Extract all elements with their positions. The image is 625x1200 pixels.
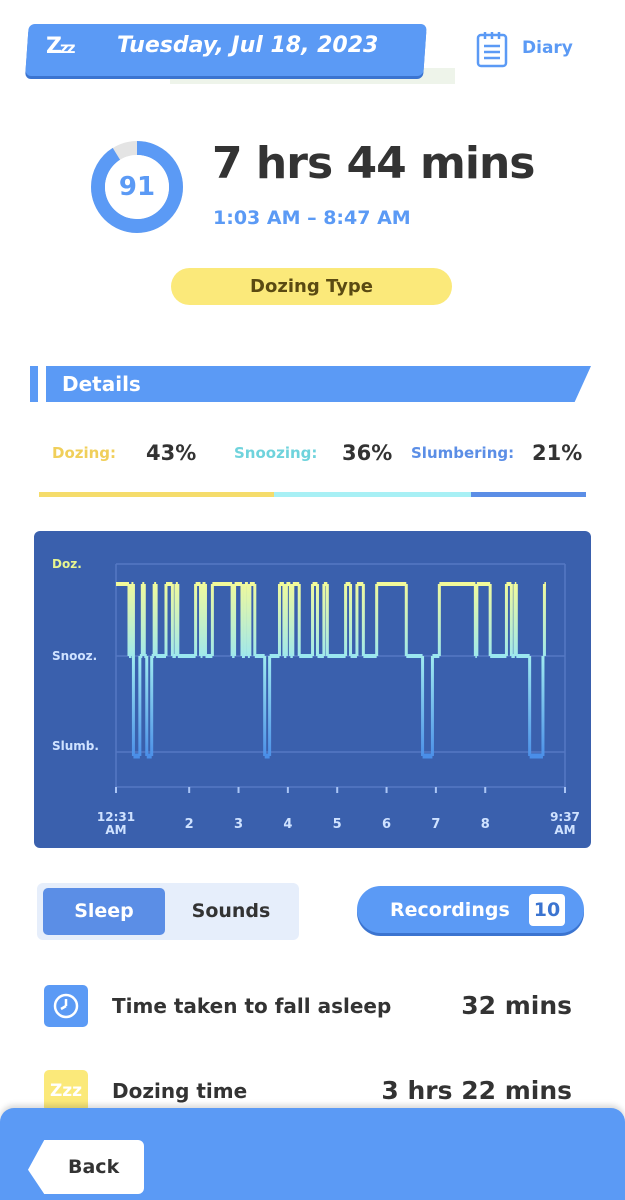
recordings-count-badge: 10 [529,894,565,926]
y-tick-label: Snooz. [52,649,97,663]
slumbering-label: Slumbering: [411,444,515,462]
x-tick-label: AM [105,823,126,837]
x-tick-label: 8 [481,817,490,832]
clock-icon [44,985,88,1027]
zzz-icon: Zzz [44,1070,88,1112]
tab-sleep[interactable]: Sleep [43,888,165,935]
date-label: Tuesday, Jul 18, 2023 [117,33,379,58]
sleep-duration: 7 hrs 44 mins [212,138,535,189]
x-tick-label: 7 [431,817,440,832]
dozing-time-value: 3 hrs 22 mins [381,1076,572,1105]
y-tick-label: Doz. [52,557,82,571]
sleep-time-range: 1:03 AM – 8:47 AM [213,207,411,229]
details-title: Details [62,372,141,396]
dozing-percent: 43% [146,441,197,465]
sleep-stage-chart: Doz.Snooz.Slumb.12:31AM 2 3 4 5 6 7 8 9:37AM [52,557,580,837]
tab-sounds[interactable]: Sounds [168,888,294,935]
x-tick-label: 3 [234,817,243,832]
x-tick-label: 4 [283,817,292,832]
x-tick-label: AM [554,823,575,837]
x-tick-label: 12:31 [97,810,135,824]
dozing-label: Dozing: [52,444,117,462]
slumbering-bar [471,492,586,497]
zzz-icon: Zzz [46,34,75,59]
sleep-type-badge[interactable]: Dozing Type [171,268,452,305]
snoozing-label: Snoozing: [234,444,318,462]
fall-asleep-label: Time taken to fall asleep [112,994,392,1018]
dozing-time-label: Dozing time [112,1079,248,1103]
snoozing-bar [274,492,472,497]
details-banner-accent [30,366,38,402]
recordings-label[interactable]: Recordings [390,899,510,921]
x-tick-label: 6 [382,817,391,832]
dozing-bar [39,492,275,497]
diary-label[interactable]: Diary [522,38,573,58]
x-tick-label: 9:37 [550,810,580,824]
x-tick-label: 5 [333,817,342,832]
sleep-score: 91 [118,172,156,202]
slumbering-percent: 21% [532,441,583,465]
fall-asleep-value: 32 mins [461,991,572,1020]
x-tick-label: 2 [185,817,194,832]
notepad-icon [476,32,508,68]
snoozing-percent: 36% [342,441,393,465]
back-label[interactable]: Back [68,1156,119,1178]
y-tick-label: Slumb. [52,739,99,753]
